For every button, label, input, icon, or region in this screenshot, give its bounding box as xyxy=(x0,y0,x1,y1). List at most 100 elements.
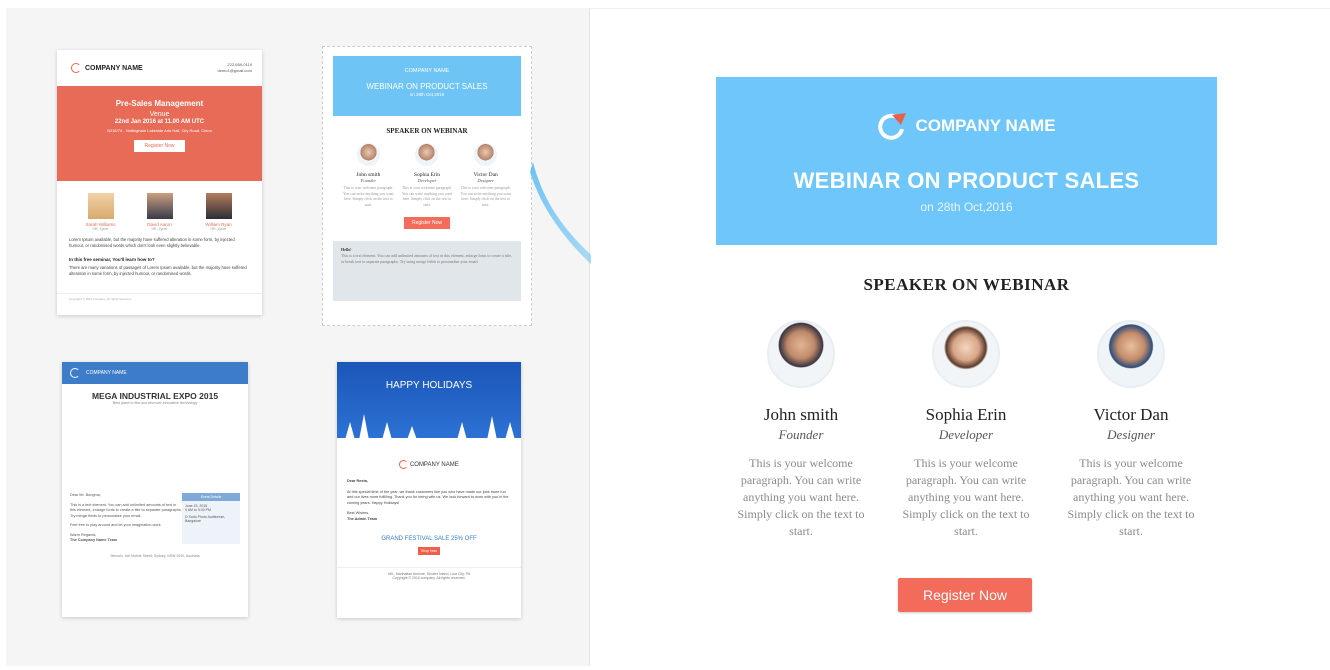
speaker-photo xyxy=(205,193,232,219)
company-logo-icon xyxy=(70,368,80,378)
speaker-role: HR, Zyner xyxy=(210,227,227,231)
body-paragraph: Lorem Ipsum available, but the majority … xyxy=(69,237,235,248)
body-paragraph: Feel free to play around and let your im… xyxy=(70,523,162,527)
holiday-title: HAPPY HOLIDAYS xyxy=(385,380,473,391)
text-section: Hello! This is a text element. You can a… xyxy=(333,241,521,301)
speaker-role: Founder xyxy=(778,427,824,442)
expo-title: MEGA INDUSTRIAL EXPO 2015 xyxy=(91,391,219,401)
template-card-presales[interactable]: COMPANY NAME 222-659-0119 demo1@gmail.co… xyxy=(57,50,262,315)
speaker-photo xyxy=(356,143,380,166)
company-logo-icon xyxy=(399,460,409,469)
company-logo-icon xyxy=(71,63,81,73)
event-details-heading: Event Details xyxy=(182,493,240,501)
speaker-name: John smith xyxy=(763,405,839,424)
preview-date: on 28th Oct,2016 xyxy=(920,200,1013,214)
holiday-banner: HAPPY HOLIDAYS xyxy=(337,362,521,444)
snow-ground xyxy=(337,438,521,444)
shop-button: Shop Now xyxy=(418,547,440,555)
expo-subtitle: Best place to find and discover innovati… xyxy=(112,401,198,405)
hero-date: on 28th Oct,2016 xyxy=(409,92,445,97)
body-paragraph: This is a text element. You can add unli… xyxy=(70,502,182,518)
preview-speaker-item: Sophia Erin Developer This is your welco… xyxy=(891,320,1041,540)
greeting-text: Dear Reeta, xyxy=(347,479,368,483)
tree-icon xyxy=(487,416,497,440)
speaker-list: John smith Founder This is your welcome … xyxy=(333,135,521,208)
speaker-role: HR, Zyner xyxy=(151,227,168,231)
hero-banner: Pre-Sales Management Venue 22nd Jan 2016… xyxy=(57,86,262,181)
speaker-role: Developer xyxy=(938,427,994,442)
template-header: COMPANY NAME 222-659-0119 demo1@gmail.co… xyxy=(57,50,262,86)
company-name: COMPANY NAME xyxy=(86,370,127,376)
speaker-photo xyxy=(415,143,439,166)
speaker-list: Sarah Williams HR, Zyner David Aaron HR,… xyxy=(57,181,262,235)
speaker-item: David Aaron HR, Zyner xyxy=(135,193,185,231)
template-footer: #81, Manhattan Avenue, Shutter Island, L… xyxy=(337,567,521,580)
speaker-description: This is your welcome paragraph. You can … xyxy=(460,186,511,207)
company-name: COMPANY NAME xyxy=(404,68,450,74)
template-footer: Copyright © 2016 company. All rights res… xyxy=(57,293,262,304)
preview-speaker-item: John smith Founder This is your welcome … xyxy=(726,320,876,540)
preview-title: WEBINAR ON PRODUCT SALES xyxy=(793,168,1140,193)
company-name: COMPANY NAME xyxy=(337,460,521,469)
tree-icon xyxy=(359,414,369,440)
speaker-item: William Ryan HR, Zyner xyxy=(194,193,244,231)
speaker-item: Sarah Williams HR, Zyner xyxy=(76,193,126,231)
section-heading: In this free seminar, You'll learn how t… xyxy=(69,257,155,262)
body-paragraph: There are many variations of passages of… xyxy=(69,265,247,276)
venue-label: Venue xyxy=(149,111,170,118)
speaker-role: Founder xyxy=(360,178,377,183)
template-card-expo[interactable]: COMPANY NAME MEGA INDUSTRIAL EXPO 2015 B… xyxy=(62,362,248,617)
speaker-photo xyxy=(146,193,173,219)
section-heading: SPEAKER ON WEBINAR xyxy=(386,127,468,135)
template-preview: COMPANY NAME WEBINAR ON PRODUCT SALES on… xyxy=(591,8,1330,670)
speaker-photo xyxy=(474,143,498,166)
event-address: B216/74 - Nottingham Lakeside Arts Hall,… xyxy=(107,128,212,133)
speaker-role: HR, Zyner xyxy=(92,227,109,231)
speaker-role: Developer xyxy=(417,178,437,183)
preview-logo: COMPANY NAME xyxy=(716,111,1217,141)
speaker-item: Victor Dan Designer This is your welcome… xyxy=(458,143,513,208)
speaker-name: Sophia Erin xyxy=(925,405,1007,424)
company-logo-icon xyxy=(878,113,907,140)
preview-company-name: COMPANY NAME xyxy=(915,116,1056,135)
event-time: 9 AM to 5:30 PM xyxy=(185,508,211,512)
speaker-description: This is your welcome paragraph. You can … xyxy=(902,456,1030,538)
template-card-holidays[interactable]: HAPPY HOLIDAYS COMPANY NAME Dear Reeta, … xyxy=(337,362,521,618)
event-place: D Sudo Photo Auditorium, Bangalore xyxy=(185,515,226,523)
preview-speaker-item: Victor Dan Designer This is your welcome… xyxy=(1056,320,1206,540)
speaker-photo xyxy=(767,320,835,388)
greeting-text: Dear Mr. Bongma, xyxy=(70,493,101,497)
template-header: COMPANY NAME xyxy=(62,362,248,384)
text-paragraph: This is a text element. You can add unli… xyxy=(341,253,512,264)
template-card-webinar-selected[interactable]: COMPANY NAME WEBINAR ON PRODUCT SALES on… xyxy=(322,46,532,326)
app-root: COMPANY NAME 222-659-0119 demo1@gmail.co… xyxy=(0,0,1330,670)
copyright-text: Copyright © 2016 company. All rights res… xyxy=(392,576,466,580)
speaker-photo xyxy=(932,320,1000,388)
sale-text: GRAND FESTIVAL SALE 25% OFF xyxy=(381,536,477,542)
preview-banner: COMPANY NAME WEBINAR ON PRODUCT SALES on… xyxy=(716,77,1217,245)
template-footer: Merculo, Net Mobile Street, Sydney, NSW … xyxy=(110,553,200,558)
speaker-name: Victor Dan xyxy=(1093,405,1169,424)
register-button: Register Now xyxy=(134,140,185,152)
team-text: The Company Name Team xyxy=(70,538,118,542)
event-date: 22nd Jan 2016 at 11.00 AM UTC xyxy=(114,119,205,125)
team-text: The Admin Team xyxy=(347,516,378,521)
speaker-photo xyxy=(1097,320,1165,388)
preview-section-heading: SPEAKER ON WEBINAR xyxy=(863,275,1070,294)
speaker-description: This is your welcome paragraph. You can … xyxy=(1067,456,1195,538)
body-paragraph: At this special time of the year, we tha… xyxy=(347,489,509,505)
hero-banner: COMPANY NAME WEBINAR ON PRODUCT SALES on… xyxy=(333,56,521,116)
speaker-item: John smith Founder This is your welcome … xyxy=(341,143,396,208)
template-gallery: COMPANY NAME 222-659-0119 demo1@gmail.co… xyxy=(6,8,590,666)
preview-speaker-list: John smith Founder This is your welcome … xyxy=(726,320,1206,540)
register-now-button[interactable]: Register Now xyxy=(898,578,1032,612)
speaker-photo xyxy=(87,193,114,219)
event-details-box: Event Details June 15, 2015 9 AM to 5:30… xyxy=(182,493,240,544)
speaker-description: This is your welcome paragraph. You can … xyxy=(343,186,394,207)
hero-title: WEBINAR ON PRODUCT SALES xyxy=(366,82,488,91)
hero-title: Pre-Sales Management xyxy=(115,99,204,108)
speaker-description: This is your welcome paragraph. You can … xyxy=(401,186,453,207)
meeting-photo xyxy=(69,410,241,482)
register-button: Register Now xyxy=(404,217,450,229)
company-name: COMPANY NAME xyxy=(85,64,143,72)
